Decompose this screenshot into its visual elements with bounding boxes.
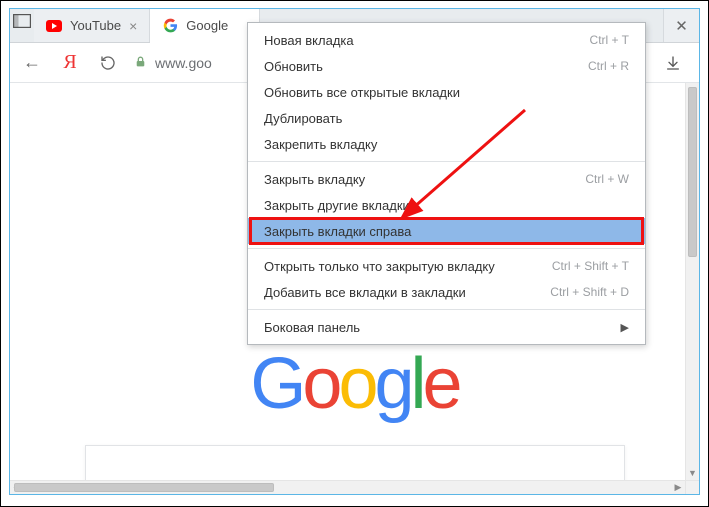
menu-item-label: Обновить [264,59,323,74]
scroll-thumb[interactable] [14,483,274,492]
menu-item[interactable]: Закрыть вкладку Ctrl + W [248,166,645,192]
menu-item-label: Новая вкладка [264,33,354,48]
menu-separator [248,309,645,310]
menu-separator [248,248,645,249]
google-icon [162,18,178,34]
tab-label: Google [186,18,247,33]
menu-item-shortcut: Ctrl + T [590,33,629,47]
menu-item-label: Добавить все вкладки в закладки [264,285,466,300]
menu-item-shortcut: Ctrl + R [588,59,629,73]
menu-item[interactable]: Дублировать [248,105,645,131]
scrollbar-vertical[interactable]: ▲ ▼ [685,83,699,480]
menu-item-label: Обновить все открытые вкладки [264,85,460,100]
window-close-button[interactable]: ✕ [663,9,699,42]
menu-item-label: Закрыть другие вкладки [264,198,410,213]
sidebar-panel-icon [13,14,31,28]
menu-item-label: Боковая панель [264,320,360,335]
yandex-home-button[interactable]: Я [58,51,82,75]
tab-label: YouTube [70,18,121,33]
back-button[interactable]: ← [20,51,44,75]
menu-item[interactable]: Новая вкладка Ctrl + T [248,27,645,53]
scroll-thumb[interactable] [688,87,697,257]
downloads-button[interactable] [661,51,685,75]
scrollbar-horizontal[interactable]: ◀ ▶ [10,480,685,494]
panel-toggle-button[interactable] [10,9,34,33]
menu-item[interactable]: Закрыть другие вкладки [248,192,645,218]
menu-item-label: Открыть только что закрытую вкладку [264,259,495,274]
close-icon[interactable]: × [129,19,137,33]
menu-item[interactable]: Добавить все вкладки в закладки Ctrl + Sh… [248,279,645,305]
menu-item-label: Закрепить вкладку [264,137,377,152]
close-icon: ✕ [675,17,688,35]
lock-icon [134,54,147,72]
menu-item-label: Закрыть вкладку [264,172,365,187]
tab-context-menu: Новая вкладкаCtrl + TОбновитьCtrl + RОбн… [247,22,646,345]
menu-item[interactable]: Закрыть вкладки справа [248,218,645,244]
scroll-down-icon[interactable]: ▼ [686,466,699,480]
menu-item[interactable]: Закрепить вкладку [248,131,645,157]
scrollbar-corner [685,480,699,494]
menu-item-label: Закрыть вкладки справа [264,224,411,239]
menu-item[interactable]: Обновить Ctrl + R [248,53,645,79]
address-text: www.goo [155,55,212,71]
menu-separator [248,161,645,162]
reload-button[interactable] [96,51,120,75]
menu-item-shortcut: Ctrl + Shift + T [552,259,629,273]
menu-item-shortcut: Ctrl + Shift + D [550,285,629,299]
tab-youtube[interactable]: YouTube × [34,9,150,42]
menu-item[interactable]: Боковая панель ▶ [248,314,645,340]
tab-google[interactable]: Google [150,9,260,42]
google-logo: Google [250,343,458,425]
youtube-icon [46,18,62,34]
menu-item[interactable]: Открыть только что закрытую вкладку Ctrl … [248,253,645,279]
submenu-arrow-icon: ▶ [621,321,629,334]
menu-item-shortcut: Ctrl + W [585,172,629,186]
reload-icon [100,55,116,71]
menu-item[interactable]: Обновить все открытые вкладки [248,79,645,105]
menu-item-label: Дублировать [264,111,342,126]
scroll-right-icon[interactable]: ▶ [671,481,685,494]
download-icon [665,55,681,71]
